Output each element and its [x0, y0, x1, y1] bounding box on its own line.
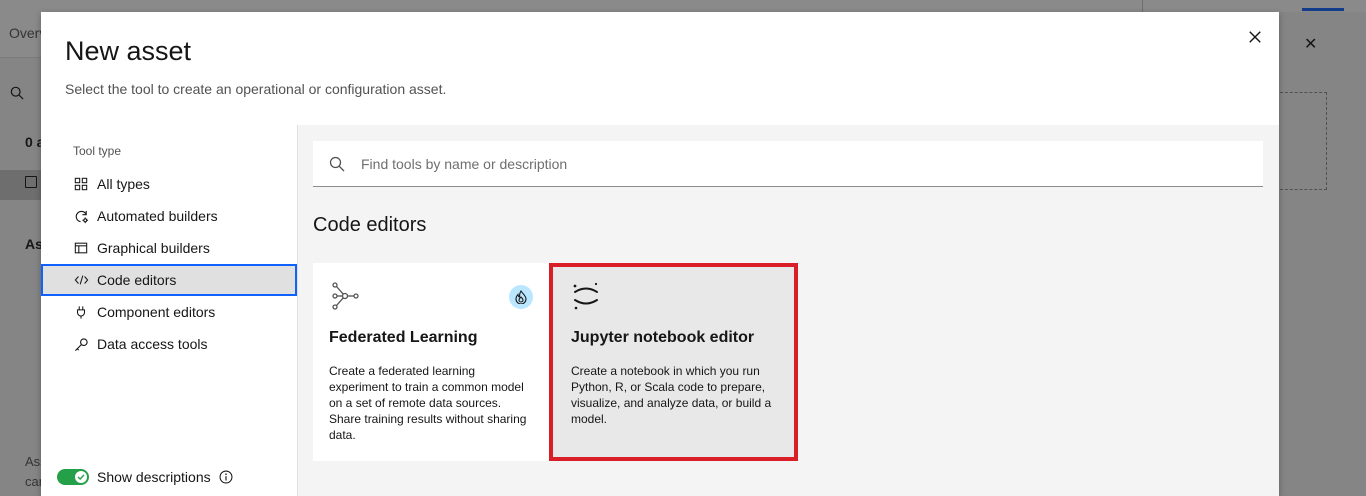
tool-type-sidebar: Tool type All types Automated builders G… — [41, 125, 298, 496]
show-descriptions-label: Show descriptions — [97, 469, 211, 485]
sidebar-item-label: Automated builders — [97, 208, 218, 224]
grid-icon — [73, 176, 89, 192]
tool-type-label: Tool type — [73, 144, 122, 158]
show-descriptions-toggle[interactable] — [57, 469, 89, 485]
sidebar-item-code-editors[interactable]: Code editors — [41, 264, 297, 296]
card-title: Jupyter notebook editor — [571, 329, 755, 346]
search-input[interactable] — [361, 141, 1241, 186]
sidebar-item-label: Data access tools — [97, 336, 208, 352]
sidebar-item-graphical-builders[interactable]: Graphical builders — [41, 232, 297, 264]
network-icon — [329, 280, 361, 312]
tool-card-jupyter-notebook-editor[interactable]: Jupyter notebook editor Create a noteboo… — [549, 263, 798, 461]
jupyter-icon — [571, 280, 603, 312]
sidebar-item-all-types[interactable]: All types — [41, 168, 297, 200]
key-icon — [73, 336, 89, 352]
close-icon — [1248, 28, 1262, 49]
automation-icon — [73, 208, 89, 224]
tool-card-federated-learning[interactable]: Federated Learning Create a federated le… — [313, 263, 549, 461]
sidebar-item-data-access-tools[interactable]: Data access tools — [41, 328, 297, 360]
plug-icon — [73, 304, 89, 320]
checkmark-icon — [75, 471, 87, 483]
modal-header: New asset Select the tool to create an o… — [41, 12, 1279, 125]
info-icon[interactable] — [219, 470, 233, 484]
sidebar-item-label: Component editors — [97, 304, 216, 320]
sidebar-item-label: All types — [97, 176, 150, 192]
modal-subtitle: Select the tool to create an operational… — [65, 81, 447, 97]
tool-type-list: All types Automated builders Graphical b… — [41, 168, 297, 360]
code-icon — [73, 272, 89, 288]
card-title: Federated Learning — [329, 329, 478, 346]
close-button[interactable] — [1241, 24, 1269, 52]
sidebar-item-component-editors[interactable]: Component editors — [41, 296, 297, 328]
new-asset-modal: New asset Select the tool to create an o… — [41, 12, 1279, 496]
flow-icon — [73, 240, 89, 256]
search-icon — [329, 156, 345, 172]
section-title: Code editors — [313, 214, 427, 236]
card-description: Create a notebook in which you run Pytho… — [571, 364, 772, 426]
tool-search — [313, 141, 1263, 187]
card-description: Create a federated learning experiment t… — [329, 364, 527, 442]
show-descriptions: Show descriptions — [57, 469, 233, 485]
sidebar-item-label: Graphical builders — [97, 240, 210, 256]
modal-title: New asset — [65, 36, 192, 66]
sidebar-item-label: Code editors — [97, 272, 177, 288]
sidebar-item-automated-builders[interactable]: Automated builders — [41, 200, 297, 232]
fire-icon — [509, 285, 533, 309]
